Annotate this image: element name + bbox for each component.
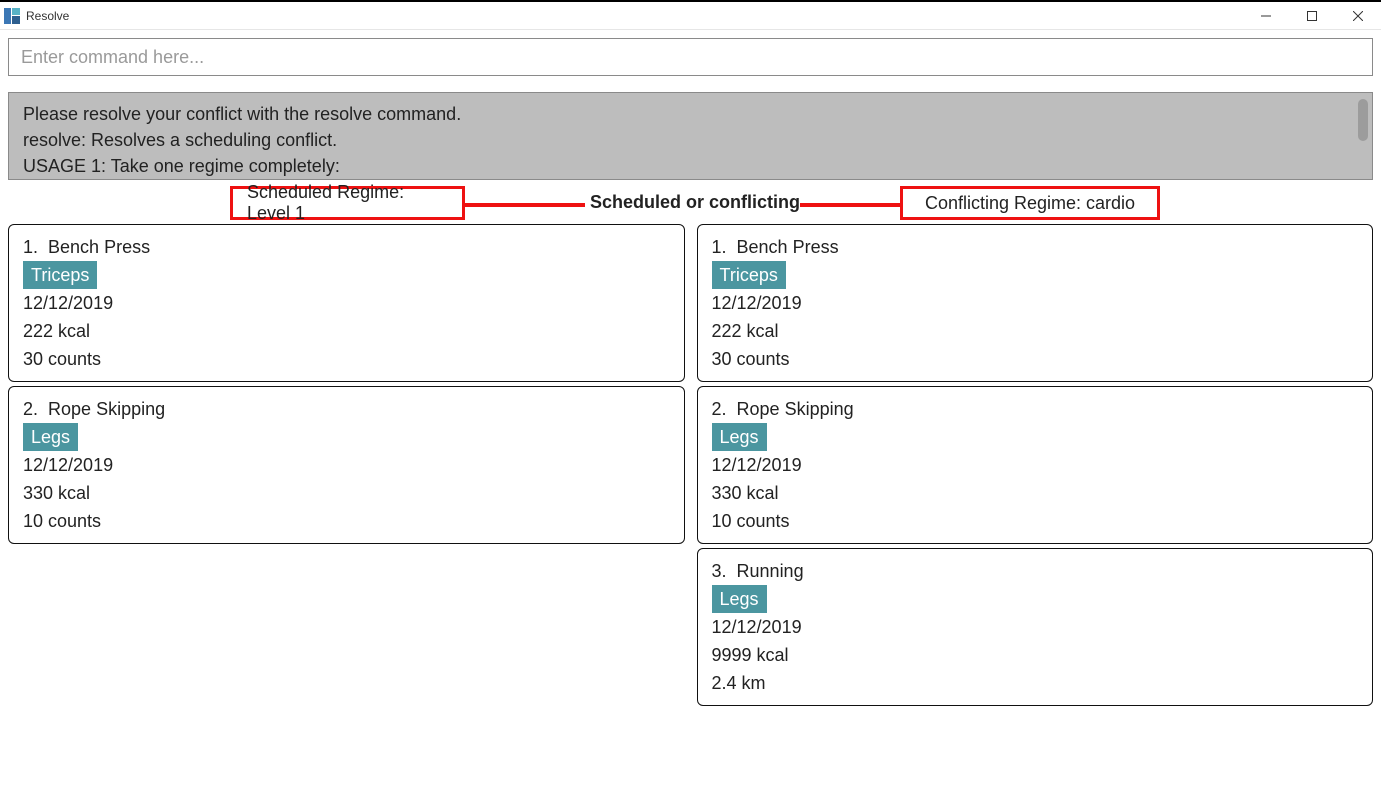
scheduled-regime-header: Scheduled Regime: Level 1	[230, 186, 465, 220]
scheduled-regime-panel: 1. Bench Press Triceps 12/12/2019 222 kc…	[8, 224, 685, 710]
window-maximize-button[interactable]	[1289, 2, 1335, 30]
annotation-center-label: Scheduled or conflicting	[590, 192, 800, 213]
window-minimize-button[interactable]	[1243, 2, 1289, 30]
muscle-tag: Legs	[712, 423, 767, 451]
exercise-quantity: 30 counts	[23, 345, 670, 373]
exercise-quantity: 10 counts	[712, 507, 1359, 535]
annotation-connector	[800, 203, 900, 207]
exercise-date: 12/12/2019	[23, 451, 670, 479]
muscle-tag: Legs	[23, 423, 78, 451]
exercise-card[interactable]: 1. Bench Press Triceps 12/12/2019 222 kc…	[697, 224, 1374, 382]
exercise-kcal: 330 kcal	[23, 479, 670, 507]
exercise-index: 3.	[712, 561, 727, 581]
command-input[interactable]	[8, 38, 1373, 76]
window-close-button[interactable]	[1335, 2, 1381, 30]
exercise-name: Rope Skipping	[48, 399, 165, 419]
help-line: resolve: Resolves a scheduling conflict.	[23, 127, 1358, 153]
exercise-name: Rope Skipping	[737, 399, 854, 419]
annotation-connector	[465, 203, 585, 207]
window-titlebar: Resolve	[0, 2, 1381, 30]
exercise-date: 12/12/2019	[23, 289, 670, 317]
scheduled-regime-header-label: Scheduled Regime: Level 1	[247, 182, 448, 224]
exercise-quantity: 30 counts	[712, 345, 1359, 373]
muscle-tag: Triceps	[23, 261, 97, 289]
exercise-date: 12/12/2019	[712, 289, 1359, 317]
help-line: Please resolve your conflict with the re…	[23, 101, 1358, 127]
exercise-card[interactable]: 3. Running Legs 12/12/2019 9999 kcal 2.4…	[697, 548, 1374, 706]
help-scrollbar[interactable]	[1358, 99, 1368, 141]
window-title: Resolve	[26, 9, 69, 23]
exercise-kcal: 330 kcal	[712, 479, 1359, 507]
exercise-kcal: 9999 kcal	[712, 641, 1359, 669]
conflicting-regime-header: Conflicting Regime: cardio	[900, 186, 1160, 220]
exercise-quantity: 2.4 km	[712, 669, 1359, 697]
exercise-kcal: 222 kcal	[23, 317, 670, 345]
help-message-box: Please resolve your conflict with the re…	[8, 92, 1373, 180]
exercise-card[interactable]: 1. Bench Press Triceps 12/12/2019 222 kc…	[8, 224, 685, 382]
exercise-card[interactable]: 2. Rope Skipping Legs 12/12/2019 330 kca…	[8, 386, 685, 544]
exercise-quantity: 10 counts	[23, 507, 670, 535]
exercise-index: 2.	[23, 399, 38, 419]
exercise-name: Bench Press	[737, 237, 839, 257]
conflicting-regime-header-label: Conflicting Regime: cardio	[925, 193, 1135, 214]
exercise-name: Bench Press	[48, 237, 150, 257]
exercise-index: 1.	[23, 237, 38, 257]
exercise-date: 12/12/2019	[712, 613, 1359, 641]
exercise-index: 1.	[712, 237, 727, 257]
conflicting-regime-panel: 1. Bench Press Triceps 12/12/2019 222 kc…	[697, 224, 1374, 710]
muscle-tag: Legs	[712, 585, 767, 613]
exercise-name: Running	[737, 561, 804, 581]
app-icon	[4, 8, 20, 24]
muscle-tag: Triceps	[712, 261, 786, 289]
regime-headers-row: Scheduled Regime: Level 1 Scheduled or c…	[0, 186, 1381, 224]
exercise-kcal: 222 kcal	[712, 317, 1359, 345]
help-line: USAGE 1: Take one regime completely:	[23, 153, 1358, 179]
exercise-card[interactable]: 2. Rope Skipping Legs 12/12/2019 330 kca…	[697, 386, 1374, 544]
exercise-index: 2.	[712, 399, 727, 419]
exercise-date: 12/12/2019	[712, 451, 1359, 479]
